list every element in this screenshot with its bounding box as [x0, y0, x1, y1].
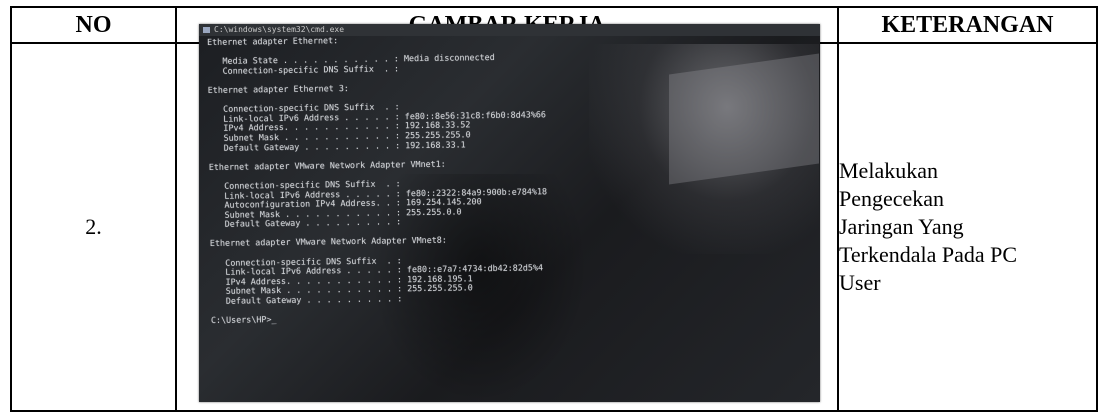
description-line: Jaringan Yang	[839, 214, 964, 239]
description-line: User	[839, 270, 881, 295]
cmd-window-title: C:\windows\system32\cmd.exe	[214, 25, 345, 34]
header-no: NO	[10, 6, 177, 44]
description-line: Melakukan	[839, 158, 938, 183]
cmd-screenshot-photo: C:\windows\system32\cmd.exe Ethernet ada…	[199, 24, 820, 402]
header-keterangan: KETERANGAN	[837, 6, 1098, 44]
description-line: Pengecekan	[839, 186, 945, 211]
terminal-output: Ethernet adapter Ethernet: Media State .…	[207, 33, 549, 326]
screen-glare	[669, 53, 819, 185]
row-description: Melakukan Pengecekan Jaringan Yang Terke…	[837, 42, 1098, 412]
cmd-window-icon	[203, 26, 210, 33]
row-number: 2.	[10, 42, 177, 412]
description-line: Terkendala Pada PC	[839, 242, 1018, 267]
